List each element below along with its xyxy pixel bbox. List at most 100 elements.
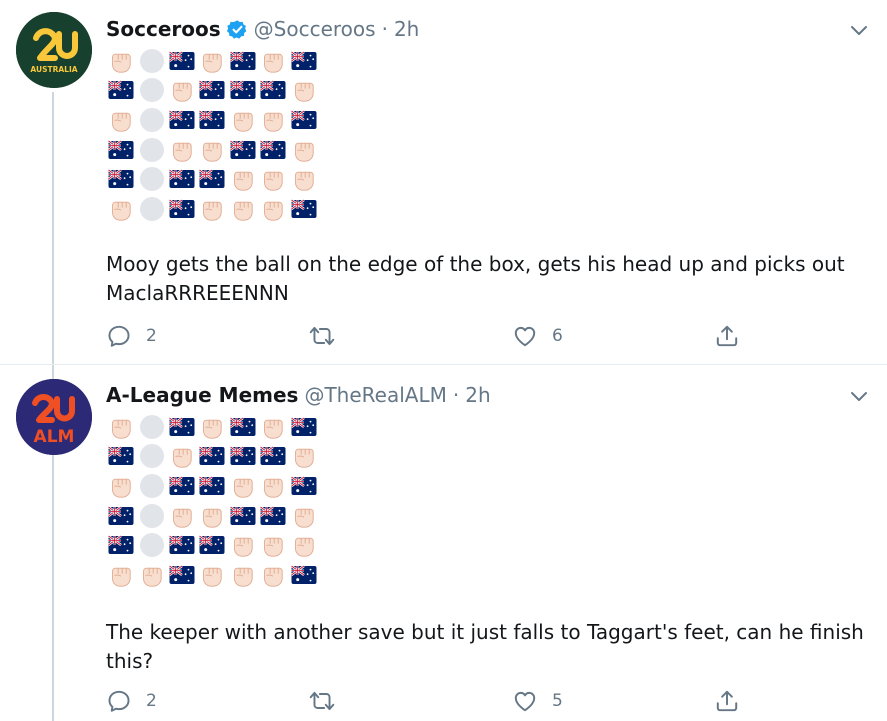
australia-flag-icon: [258, 442, 288, 472]
tweet[interactable]: ALM A-League Memes @TheRealALM · 2h The …: [0, 366, 887, 721]
raised-fist-icon: [258, 530, 288, 560]
raised-fist-icon: [197, 501, 227, 531]
raised-fist-icon: [167, 501, 197, 531]
australia-flag-icon: [106, 76, 136, 106]
australia-flag-icon: [228, 412, 258, 442]
tweet[interactable]: AUSTRALIA Socceroos @Socceroos · 2h Mooy…: [0, 0, 887, 362]
reply-icon: [108, 325, 130, 347]
like-button[interactable]: 6: [512, 320, 563, 352]
raised-fist-icon: [228, 530, 258, 560]
australia-flag-icon: [197, 471, 227, 501]
empty-circle-icon: [136, 135, 166, 165]
emoji-row: [106, 412, 322, 442]
retweet-icon: [309, 691, 335, 711]
raised-fist-icon: [288, 164, 318, 194]
verified-badge-icon: [226, 19, 248, 40]
share-button[interactable]: [714, 685, 740, 717]
raised-fist-icon: [197, 46, 227, 76]
raised-fist-icon: [228, 194, 258, 224]
retweet-icon: [309, 326, 335, 346]
australia-flag-icon: [106, 164, 136, 194]
timestamp[interactable]: 2h: [394, 17, 419, 41]
australia-flag-icon: [106, 501, 136, 531]
reply-button[interactable]: 2: [106, 685, 157, 717]
raised-fist-icon: [258, 46, 288, 76]
emoji-grid: [106, 412, 322, 590]
australia-flag-icon: [228, 46, 258, 76]
chevron-down-icon[interactable]: [847, 384, 871, 408]
svg-text:AUSTRALIA: AUSTRALIA: [30, 65, 77, 74]
australia-flag-icon: [197, 530, 227, 560]
empty-circle-icon: [136, 76, 166, 106]
retweet-button[interactable]: [308, 320, 350, 352]
avatar[interactable]: ALM: [16, 379, 92, 455]
svg-text:ALM: ALM: [34, 427, 75, 447]
raised-fist-icon: [228, 105, 258, 135]
heart-icon: [514, 326, 536, 347]
emoji-row: [106, 442, 322, 472]
australia-flag-icon: [167, 412, 197, 442]
emoji-row: [106, 105, 322, 135]
heart-icon: [514, 691, 536, 712]
emoji-row: [106, 76, 322, 106]
australia-flag-icon: [258, 76, 288, 106]
australia-flag-icon: [167, 530, 197, 560]
emoji-row: [106, 501, 322, 531]
author-name[interactable]: A-League Memes: [106, 383, 298, 407]
australia-flag-icon: [258, 501, 288, 531]
empty-circle-icon: [136, 194, 166, 224]
like-count: 5: [552, 691, 563, 711]
australia-flag-icon: [106, 442, 136, 472]
raised-fist-icon: [197, 412, 227, 442]
reply-button[interactable]: 2: [106, 320, 157, 352]
australia-flag-icon: [106, 530, 136, 560]
timestamp[interactable]: 2h: [465, 383, 490, 407]
australia-flag-icon: [167, 164, 197, 194]
chevron-down-icon[interactable]: [847, 18, 871, 42]
raised-fist-icon: [197, 194, 227, 224]
share-icon: [716, 690, 738, 712]
raised-fist-icon: [167, 76, 197, 106]
australia-flag-icon: [228, 76, 258, 106]
australia-flag-icon: [167, 46, 197, 76]
raised-fist-icon: [228, 164, 258, 194]
tweet-text: Mooy gets the ball on the edge of the bo…: [106, 252, 845, 305]
raised-fist-icon: [288, 501, 318, 531]
australia-flag-icon: [228, 135, 258, 165]
empty-circle-icon: [136, 471, 166, 501]
raised-fist-icon: [258, 471, 288, 501]
reply-icon: [108, 690, 130, 712]
australia-flag-icon: [288, 412, 318, 442]
australia-flag-icon: [288, 105, 318, 135]
raised-fist-icon: [258, 194, 288, 224]
share-button[interactable]: [714, 320, 740, 352]
emoji-row: [106, 530, 322, 560]
australia-flag-icon: [167, 194, 197, 224]
like-button[interactable]: 5: [512, 685, 563, 717]
empty-circle-icon: [136, 412, 166, 442]
raised-fist-icon: [106, 412, 136, 442]
tweet-text: The keeper with another save but it just…: [106, 620, 864, 673]
raised-fist-icon: [258, 105, 288, 135]
empty-circle-icon: [136, 46, 166, 76]
author-handle[interactable]: @TheRealALM: [304, 383, 446, 407]
like-count: 6: [552, 326, 563, 346]
raised-fist-icon: [258, 560, 288, 590]
tweet-divider: [0, 364, 887, 365]
raised-fist-icon: [258, 164, 288, 194]
australia-flag-icon: [258, 135, 288, 165]
emoji-grid: [106, 46, 322, 224]
raised-fist-icon: [106, 194, 136, 224]
avatar[interactable]: AUSTRALIA: [16, 12, 92, 88]
emoji-row: [106, 164, 322, 194]
retweet-button[interactable]: [308, 685, 350, 717]
tweet-header: A-League Memes @TheRealALM · 2h: [106, 380, 491, 410]
australia-flag-icon: [228, 501, 258, 531]
raised-fist-icon: [106, 560, 136, 590]
australia-flag-icon: [288, 471, 318, 501]
author-name[interactable]: Socceroos: [106, 17, 221, 41]
australia-flag-icon: [197, 76, 227, 106]
separator-dot: ·: [381, 17, 388, 41]
author-handle[interactable]: @Socceroos: [254, 17, 376, 41]
australia-flag-icon: [288, 560, 318, 590]
